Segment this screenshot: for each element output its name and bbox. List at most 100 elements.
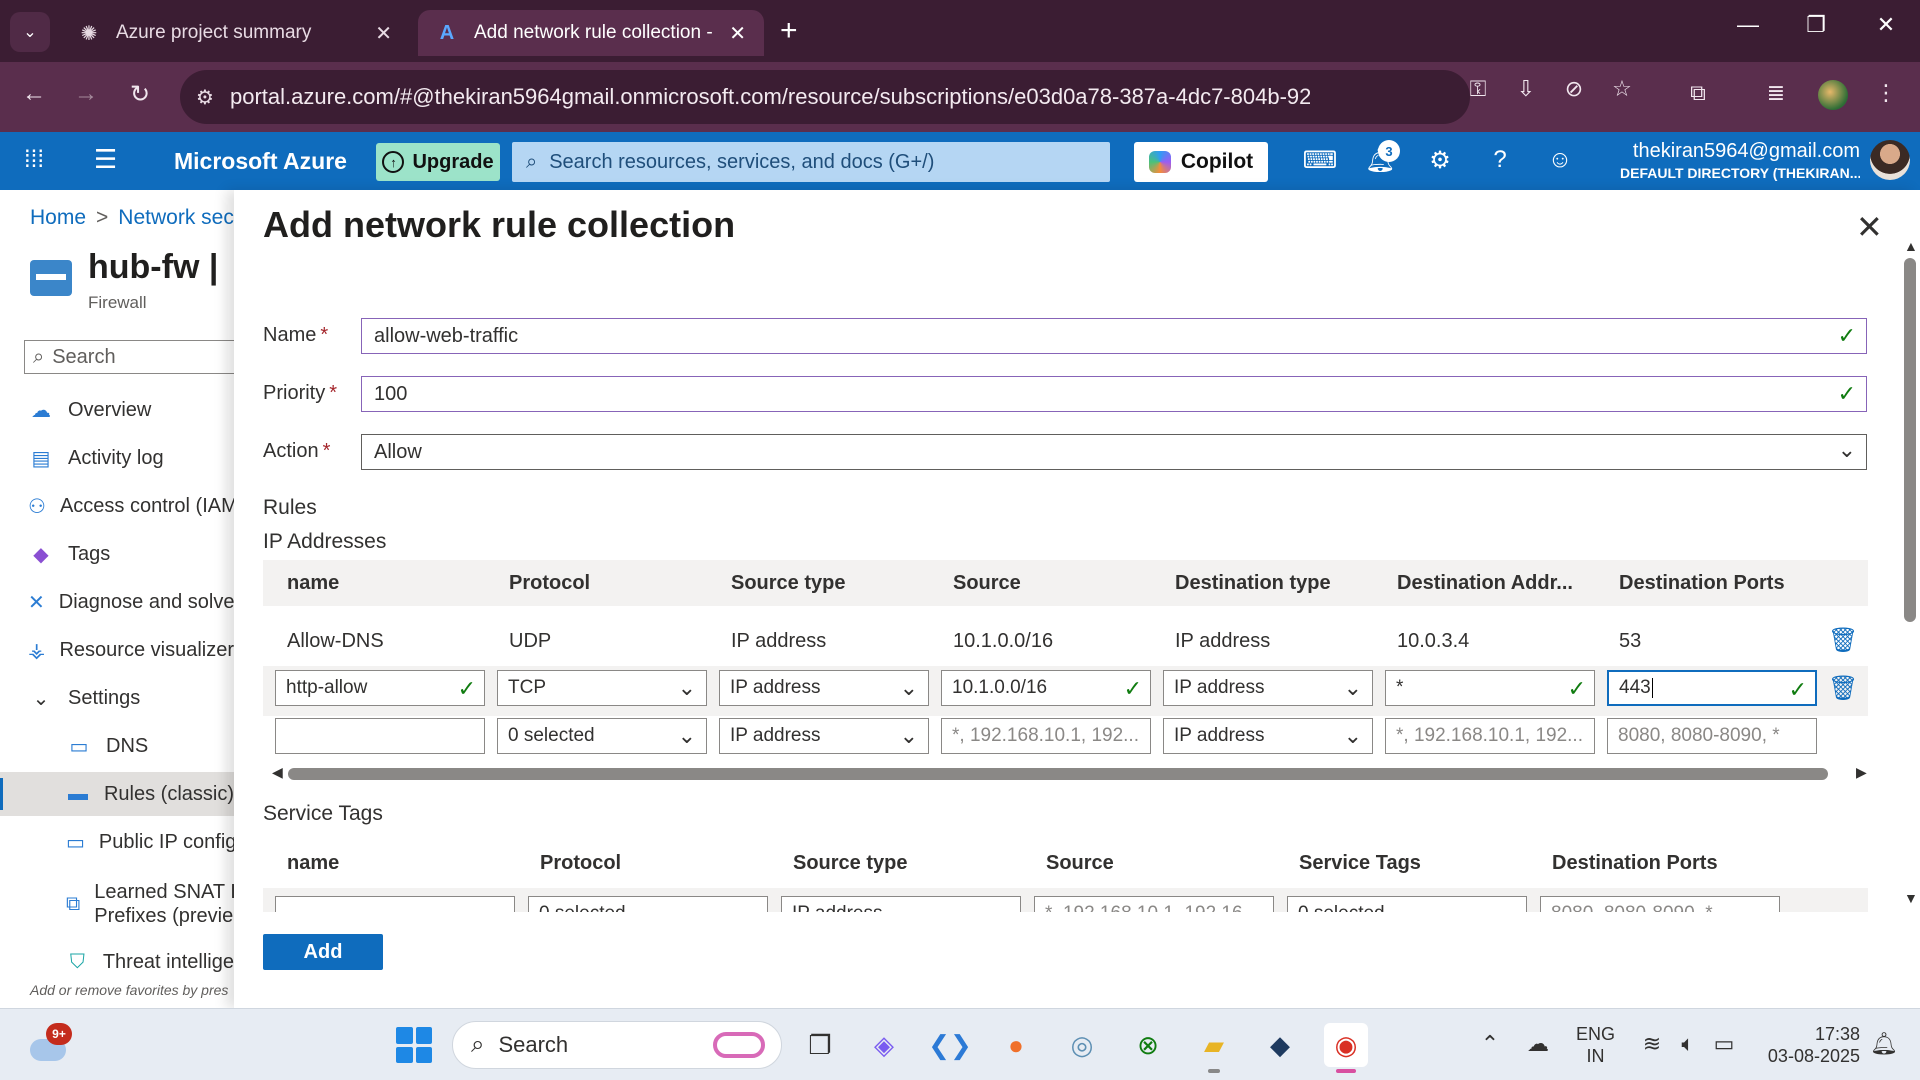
menu-item-tags[interactable]: ◆ Tags bbox=[0, 532, 234, 576]
browser-tab-add-network-rule[interactable]: A Add network rule collection - M ✕ bbox=[418, 10, 764, 56]
menu-item-overview[interactable]: ☁ Overview bbox=[0, 388, 234, 432]
breadcrumb-home[interactable]: Home bbox=[30, 206, 86, 229]
new-rule-name-input[interactable] bbox=[275, 718, 485, 754]
menu-item-resource-visualizer[interactable]: ⚶ Resource visualizer bbox=[0, 628, 234, 672]
firefox-icon[interactable]: ● bbox=[994, 1023, 1038, 1067]
azure-brand[interactable]: Microsoft Azure bbox=[174, 148, 347, 175]
scroll-left-arrow-icon[interactable]: ◀ bbox=[272, 764, 283, 781]
window-close-button[interactable]: ✕ bbox=[1866, 12, 1906, 38]
upgrade-button[interactable]: ↑ Upgrade bbox=[376, 143, 500, 181]
xbox-icon[interactable]: ⊗ bbox=[1126, 1023, 1170, 1067]
destination-ports-input[interactable]: 443 ✓ bbox=[1607, 670, 1817, 706]
scroll-up-arrow-icon[interactable]: ▲ bbox=[1904, 238, 1918, 254]
volume-icon[interactable]: 🔈︎ bbox=[1672, 1031, 1704, 1057]
breadcrumb-network-security[interactable]: Network sec bbox=[118, 206, 234, 229]
new-source-input[interactable]: *, 192.168.10.1, 192... bbox=[941, 718, 1151, 754]
new-destination-type-dropdown[interactable]: IP address ⌄ bbox=[1163, 718, 1373, 754]
task-view-icon[interactable]: ❐ bbox=[798, 1023, 842, 1067]
close-icon[interactable]: ✕ bbox=[1856, 208, 1883, 246]
cell-value: * bbox=[1396, 677, 1404, 698]
site-info-icon[interactable]: ⚙ bbox=[196, 85, 230, 110]
priority-input[interactable]: 100 ✓ bbox=[361, 376, 1867, 412]
back-button[interactable]: ← bbox=[16, 80, 52, 108]
new-tab-button[interactable]: + bbox=[780, 14, 798, 48]
user-avatar[interactable] bbox=[1870, 140, 1910, 180]
tracking-prevention-icon[interactable]: ⊘ bbox=[1558, 76, 1590, 102]
close-icon[interactable]: ✕ bbox=[729, 21, 746, 46]
global-search-input[interactable]: ⌕ Search resources, services, and docs (… bbox=[512, 142, 1110, 182]
reload-button[interactable]: ↻ bbox=[122, 80, 158, 109]
extensions-icon[interactable]: ⧉ bbox=[1680, 80, 1716, 106]
reading-list-icon[interactable]: ≣ bbox=[1758, 80, 1794, 106]
action-dropdown[interactable]: Allow ⌄ bbox=[361, 434, 1867, 470]
minimize-button[interactable]: — bbox=[1728, 12, 1768, 38]
new-destination-address-input[interactable]: *, 192.168.10.1, 192... bbox=[1385, 718, 1595, 754]
weather-widget[interactable]: 9+ bbox=[26, 1023, 72, 1063]
settings-gear-icon[interactable]: ⚙ bbox=[1422, 146, 1458, 175]
clock[interactable]: 17:38 03-08-2025 bbox=[1760, 1023, 1860, 1067]
app-launcher-icon[interactable]: ⁞⁞⁞ bbox=[24, 146, 44, 174]
portal-menu-icon[interactable]: ☰ bbox=[94, 144, 117, 175]
chrome-icon[interactable]: ◉ bbox=[1324, 1023, 1368, 1073]
outlook-icon[interactable]: ◎ bbox=[1060, 1023, 1104, 1067]
menu-item-activity-log[interactable]: ▤ Activity log bbox=[0, 436, 234, 480]
new-source-type-dropdown[interactable]: IP address ⌄ bbox=[719, 718, 929, 754]
scroll-down-arrow-icon[interactable]: ▼ bbox=[1904, 890, 1918, 906]
scroll-right-arrow-icon[interactable]: ▶ bbox=[1856, 764, 1867, 781]
onedrive-icon[interactable]: ☁ bbox=[1522, 1031, 1554, 1057]
horizontal-scrollbar[interactable] bbox=[288, 768, 1840, 780]
new-destination-ports-input[interactable]: 8080, 8080-8090, * bbox=[1607, 718, 1817, 754]
cloud-shell-icon[interactable]: ⌨ bbox=[1302, 146, 1338, 175]
tab-search-menu-button[interactable]: ⌄ bbox=[10, 12, 50, 52]
key-icon[interactable]: ⚿ bbox=[1462, 76, 1494, 102]
new-protocol-dropdown[interactable]: 0 selected ⌄ bbox=[497, 718, 707, 754]
horizontal-scroll-thumb[interactable] bbox=[288, 768, 1828, 780]
close-icon[interactable]: ✕ bbox=[375, 21, 392, 46]
add-button[interactable]: Add bbox=[263, 934, 383, 970]
menu-item-access-control[interactable]: ⚇ Access control (IAM) bbox=[0, 484, 234, 528]
delete-row-trash-icon[interactable]: 🗑︎ bbox=[1828, 626, 1858, 655]
vscode-icon[interactable]: ❮❯ bbox=[928, 1023, 972, 1067]
source-input[interactable]: 10.1.0.0/16 ✓ bbox=[941, 670, 1151, 706]
more-menu-icon[interactable]: ⋮ bbox=[1868, 80, 1904, 106]
protocol-dropdown[interactable]: TCP ⌄ bbox=[497, 670, 707, 706]
menu-item-diagnose[interactable]: ✕ Diagnose and solve bbox=[0, 580, 234, 624]
menu-group-settings[interactable]: ⌄ Settings bbox=[0, 676, 234, 720]
rule-name-input[interactable]: http-allow ✓ bbox=[275, 670, 485, 706]
address-bar[interactable]: ⚙ portal.azure.com/#@thekiran5964gmail.o… bbox=[180, 70, 1470, 124]
favorite-star-icon[interactable]: ☆ bbox=[1606, 76, 1638, 102]
file-explorer-icon[interactable]: ▰ bbox=[1192, 1023, 1236, 1073]
start-button[interactable] bbox=[396, 1027, 432, 1063]
feedback-icon[interactable]: ☺ bbox=[1542, 146, 1578, 174]
destination-type-dropdown[interactable]: IP address ⌄ bbox=[1163, 670, 1373, 706]
taskbar-search-box[interactable]: ⌕ Search bbox=[452, 1021, 782, 1069]
destination-address-input[interactable]: * ✓ bbox=[1385, 670, 1595, 706]
menu-item-dns[interactable]: ▭ DNS bbox=[0, 724, 234, 768]
show-hidden-icons-chevron-up-icon[interactable]: ⌃ bbox=[1474, 1031, 1506, 1057]
menu-item-threat-intel[interactable]: ⛉ Threat intellige bbox=[0, 940, 234, 984]
forward-button[interactable]: → bbox=[68, 80, 104, 108]
notification-center-icon[interactable]: 🔔︎ bbox=[1870, 1031, 1898, 1057]
install-app-icon[interactable]: ⇩ bbox=[1510, 76, 1542, 102]
battery-icon[interactable]: ▭ bbox=[1708, 1031, 1740, 1057]
menu-search-input[interactable]: ⌕ Search bbox=[24, 340, 234, 374]
help-icon[interactable]: ? bbox=[1482, 146, 1518, 174]
copilot-button[interactable]: Copilot bbox=[1134, 142, 1268, 182]
browser-profile-avatar[interactable] bbox=[1818, 80, 1848, 110]
restore-button[interactable]: ❐ bbox=[1796, 12, 1836, 38]
source-type-dropdown[interactable]: IP address ⌄ bbox=[719, 670, 929, 706]
account-info[interactable]: thekiran5964@gmail.com DEFAULT DIRECTORY… bbox=[1620, 140, 1860, 181]
menu-item-rules-classic[interactable]: ▬ Rules (classic) bbox=[0, 772, 234, 816]
language-indicator[interactable]: ENG IN bbox=[1576, 1023, 1615, 1067]
copilot-app-icon[interactable]: ◈ bbox=[862, 1023, 906, 1067]
vertical-scroll-thumb[interactable] bbox=[1904, 258, 1916, 622]
diamond-app-icon[interactable]: ◆ bbox=[1258, 1023, 1302, 1067]
date: 03-08-2025 bbox=[1767, 1046, 1860, 1066]
name-input[interactable]: allow-web-traffic ✓ bbox=[361, 318, 1867, 354]
browser-tab-azure-summary[interactable]: ✺ Azure project summary ✕ bbox=[60, 10, 410, 56]
url-text[interactable]: portal.azure.com/#@thekiran5964gmail.onm… bbox=[230, 84, 1310, 110]
delete-row-trash-icon[interactable]: 🗑︎ bbox=[1828, 674, 1858, 703]
menu-item-public-ip[interactable]: ▭ Public IP config bbox=[0, 820, 234, 864]
wifi-icon[interactable]: ≋ bbox=[1636, 1031, 1668, 1057]
menu-item-learned-snat[interactable]: ⧉ Learned SNAT I Prefixes (previe bbox=[0, 876, 234, 932]
